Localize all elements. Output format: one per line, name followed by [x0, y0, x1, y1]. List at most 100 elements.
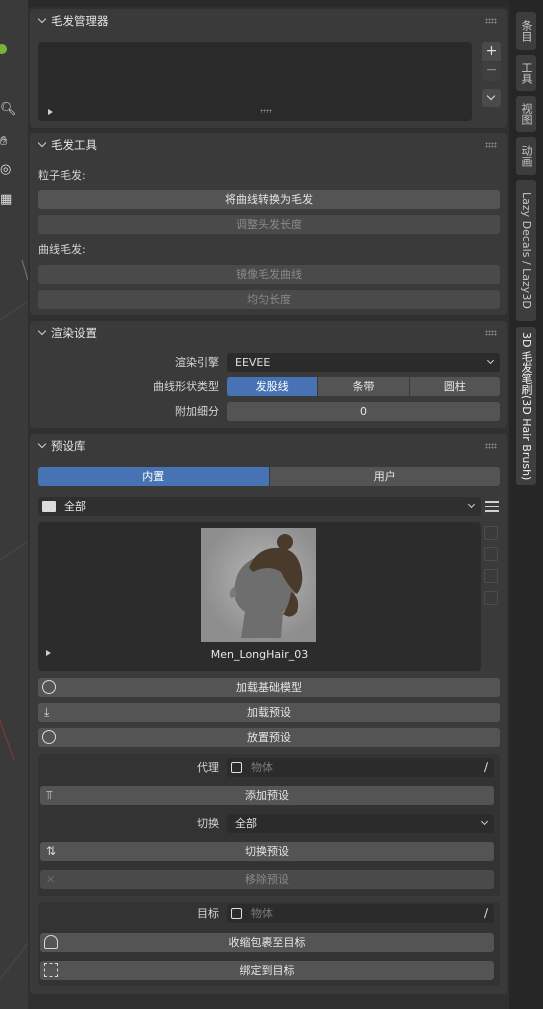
camera-icon[interactable]: ◎: [0, 160, 12, 180]
object-icon: [231, 762, 242, 773]
drag-grip-icon[interactable]: [485, 18, 497, 24]
switch-preset-button[interactable]: ⇅ 切换预设: [40, 842, 494, 861]
curve-shape-toggle: 发股线 条带 圆柱: [227, 377, 500, 396]
globe-icon: [42, 730, 56, 744]
section-title: 预设库: [51, 439, 86, 453]
convert-curves-button[interactable]: 将曲线转换为毛发: [38, 190, 500, 209]
3d-viewport[interactable]: 🔍︎ ✋︎ ◎ ▦: [0, 0, 30, 1009]
drag-grip-icon[interactable]: [485, 330, 497, 336]
subdivision-field[interactable]: 0: [227, 402, 500, 421]
button-label: 收缩包裹至目标: [228, 936, 306, 949]
adjust-length-button[interactable]: 调整头发长度: [38, 215, 500, 234]
proxy-object-field[interactable]: 物体 ∕: [227, 758, 494, 777]
load-preset-button[interactable]: ⤓ 加载预设: [38, 703, 500, 722]
close-icon: ✕: [46, 873, 56, 886]
object-icon: [231, 908, 242, 919]
render-settings-section: 渲染设置 渲染引擎 EEVEE 曲线形状类型 发股线 条带 圆柱 附加细分 0: [30, 321, 507, 428]
edit-icon[interactable]: [484, 569, 498, 583]
shrinkwrap-button[interactable]: 收缩包裹至目标: [40, 933, 494, 952]
chevron-down-icon: [486, 356, 495, 365]
remove-icon[interactable]: −: [482, 62, 501, 81]
resize-grip-icon[interactable]: [260, 109, 272, 113]
zoom-icon[interactable]: 🔍︎: [0, 100, 17, 120]
section-header[interactable]: 毛发工具: [30, 133, 507, 157]
hair-list[interactable]: [38, 42, 472, 121]
image-icon[interactable]: [484, 547, 498, 561]
particle-hair-label: 粒子毛发:: [38, 169, 86, 182]
shape-option-strand[interactable]: 发股线: [227, 377, 319, 396]
switch-label: 切换: [197, 817, 219, 830]
hair-strands-icon: ⫪: [46, 788, 53, 802]
category-value: 全部: [64, 500, 86, 513]
expand-triangle-icon[interactable]: [48, 109, 53, 115]
header-chip[interactable]: [448, 0, 506, 5]
section-header[interactable]: 渲染设置: [30, 321, 507, 345]
proxy-placeholder: 物体: [251, 761, 273, 774]
dropdown-menu-icon[interactable]: [482, 89, 501, 107]
button-label: 添加预设: [245, 789, 289, 802]
eyedropper-icon[interactable]: ∕: [484, 904, 488, 923]
chevron-down-icon: [36, 321, 50, 345]
button-label: 加载基础模型: [236, 681, 302, 694]
curve-shape-label: 曲线形状类型: [153, 380, 219, 393]
proxy-box: 代理 物体 ∕ ⫪ 添加预设 切换 全部 ⇅ 切换预设 ✕ 移除预设: [38, 754, 500, 896]
place-preset-button[interactable]: 放置预设: [38, 728, 500, 747]
swap-icon: ⇅: [46, 844, 57, 858]
hair-tools-section: 毛发工具 粒子毛发: 将曲线转换为毛发 调整头发长度 曲线毛发: 镜像毛发曲线 …: [30, 133, 507, 315]
chevron-down-icon: [36, 9, 50, 33]
target-label: 目标: [197, 907, 219, 920]
tab-builtin[interactable]: 内置: [38, 467, 270, 486]
button-label: 移除预设: [245, 873, 289, 886]
tab-view[interactable]: 视图: [516, 96, 536, 132]
render-engine-label: 渲染引擎: [175, 356, 219, 369]
preset-thumbnail[interactable]: [201, 528, 316, 642]
tab-animation[interactable]: 动画: [516, 137, 536, 175]
even-length-button[interactable]: 均匀长度: [38, 290, 500, 309]
tab-3d-hair-brush[interactable]: 3D 毛发笔刷(3D Hair Brush): [516, 327, 536, 485]
preset-name: Men_LongHair_03: [210, 648, 309, 661]
preset-library-section: 预设库 内置 用户 全部 Men_LongHair_03 加载基础模型 ⤓ 加载…: [30, 434, 507, 994]
proxy-label: 代理: [197, 761, 219, 774]
add-preset-button[interactable]: ⫪ 添加预设: [40, 786, 494, 805]
shrinkwrap-icon: [44, 935, 58, 949]
chevron-down-icon: [467, 500, 476, 509]
hair-manager-section: 毛发管理器 + −: [30, 9, 507, 128]
mirror-curves-button[interactable]: 镜像毛发曲线: [38, 265, 500, 284]
sidebar-panel: 毛发管理器 + − 毛发工具 粒子毛发: 将曲线转换为毛发 调整头发长度 曲线毛…: [28, 0, 509, 1009]
refresh-icon[interactable]: [484, 526, 498, 540]
section-header[interactable]: 预设库: [30, 434, 507, 458]
menu-list-icon[interactable]: [485, 500, 499, 512]
grid-view-icon[interactable]: ▦: [0, 190, 12, 210]
load-base-model-button[interactable]: 加载基础模型: [38, 678, 500, 697]
switch-select[interactable]: 全部: [227, 814, 494, 833]
tab-item[interactable]: 条目: [516, 12, 536, 50]
header-chip[interactable]: [398, 0, 438, 5]
chevron-down-icon: [480, 817, 489, 826]
drag-grip-icon[interactable]: [485, 443, 497, 449]
target-object-field[interactable]: 物体 ∕: [227, 904, 494, 923]
base-model-icon: [42, 680, 56, 694]
render-engine-value: EEVEE: [235, 356, 271, 369]
subdivision-label: 附加细分: [175, 405, 219, 418]
shape-option-strip[interactable]: 条带: [318, 377, 410, 396]
sidebar-tab-strip: 条目 工具 视图 动画 Lazy Decals / Lazy3D 3D 毛发笔刷…: [509, 0, 543, 1009]
button-label: 放置预设: [247, 731, 291, 744]
render-engine-select[interactable]: EEVEE: [227, 353, 500, 372]
hand-pan-icon[interactable]: ✋︎: [0, 132, 12, 152]
section-header[interactable]: 毛发管理器: [30, 9, 507, 33]
section-title: 毛发管理器: [51, 14, 109, 28]
category-select[interactable]: 全部: [38, 497, 481, 516]
remove-preset-button[interactable]: ✕ 移除预设: [40, 870, 494, 889]
add-icon[interactable]: +: [482, 42, 501, 61]
eyedropper-icon[interactable]: ∕: [484, 758, 488, 777]
delete-icon[interactable]: [484, 591, 498, 605]
bind-target-button[interactable]: 绑定到目标: [40, 961, 494, 980]
tab-user[interactable]: 用户: [270, 467, 501, 486]
library-tabs: 内置 用户: [38, 467, 500, 486]
section-title: 渲染设置: [51, 326, 97, 340]
tab-tool[interactable]: 工具: [516, 55, 536, 91]
drag-grip-icon[interactable]: [485, 142, 497, 148]
tab-lazy-decals[interactable]: Lazy Decals / Lazy3D: [516, 180, 536, 321]
shape-option-cylinder[interactable]: 圆柱: [410, 377, 500, 396]
target-box: 目标 物体 ∕ 收缩包裹至目标 绑定到目标: [38, 902, 500, 986]
